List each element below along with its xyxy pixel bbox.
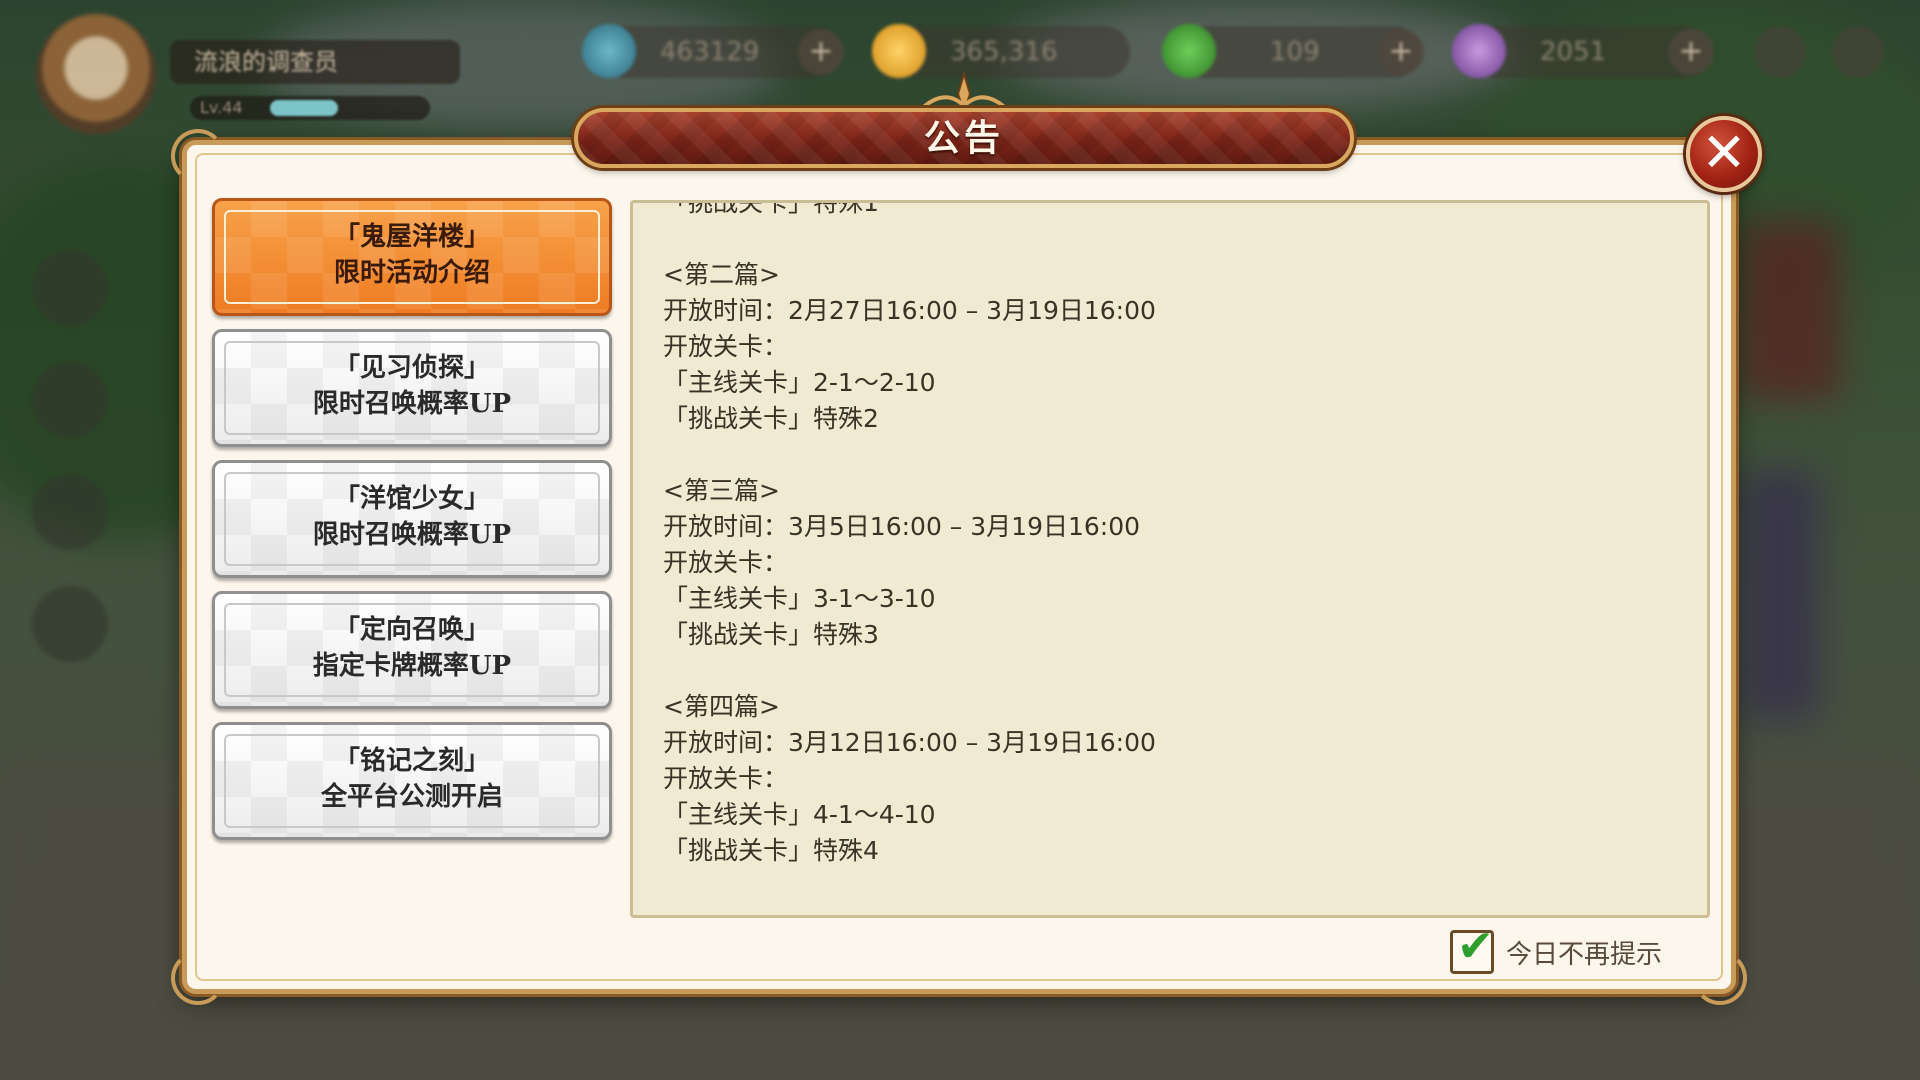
announcement-line: 「挑战关卡」特殊3 xyxy=(663,620,879,649)
tab-subtitle: 指定卡牌概率UP xyxy=(312,651,512,681)
settings-gear-icon[interactable] xyxy=(1832,26,1884,78)
player-name: 流浪的调查员 xyxy=(170,40,460,84)
resource-value: 463129 xyxy=(660,37,760,67)
title-banner: 公告 xyxy=(574,108,1354,168)
dont-show-today-toggle[interactable]: ✔ 今日不再提示 xyxy=(1450,925,1663,978)
corner-ornament xyxy=(171,951,225,1005)
player-avatar[interactable] xyxy=(36,14,156,134)
announcement-line: <第四篇> xyxy=(663,692,780,721)
announcement-line: 开放关卡： xyxy=(663,764,789,793)
announcement-line: 「挑战关卡」特殊4 xyxy=(663,836,879,865)
player-level: Lv.44 xyxy=(200,98,243,117)
tab-label: 「铭记之刻」 全平台公测开启 xyxy=(215,743,609,815)
close-button[interactable]: ✕ xyxy=(1686,116,1762,192)
close-icon: ✕ xyxy=(1701,121,1747,184)
announcement-line: 「主线关卡」4-1～4-10 xyxy=(663,800,936,829)
announcement-line: <第三篇> xyxy=(663,476,780,505)
resource-crystal: 463129 + xyxy=(582,24,844,78)
shop-icon[interactable] xyxy=(32,586,108,662)
announcement-line: 开放时间：3月12日16:00 – 3月19日16:00 xyxy=(663,728,1156,757)
dont-show-today-checkbox[interactable]: ✔ xyxy=(1450,925,1494,974)
tab-subtitle: 限时召唤概率UP xyxy=(312,520,512,550)
dialog-title: 公告 xyxy=(923,117,1004,159)
friends-icon[interactable] xyxy=(32,474,108,550)
exp-bar: Lv.44 xyxy=(190,96,430,120)
announcement-line: 开放时间：2月27日16:00 – 3月19日16:00 xyxy=(663,296,1156,325)
announcement-text: 「挑战关卡」特殊1 <第二篇> 开放时间：2月27日16:00 – 3月19日16:… xyxy=(663,200,1687,869)
tab-title: 「洋馆少女」 xyxy=(333,484,490,514)
tab-subtitle: 限时召唤概率UP xyxy=(312,389,512,419)
tab-ghost-mansion[interactable]: 「鬼屋洋楼」 限时活动介绍 xyxy=(212,198,612,316)
tab-directed-summon[interactable]: 「定向召唤」 指定卡牌概率UP xyxy=(212,591,612,709)
checkmark-icon: ✔ xyxy=(1457,921,1494,972)
tab-title: 「铭记之刻」 xyxy=(333,746,490,776)
announcement-line: 「主线关卡」2-1～2-10 xyxy=(663,368,936,397)
announcement-content[interactable]: 「挑战关卡」特殊1 <第二篇> 开放时间：2月27日16:00 – 3月19日16:… xyxy=(630,200,1710,918)
megaphone-icon[interactable] xyxy=(32,362,108,438)
announcement-tabs: 「鬼屋洋楼」 限时活动介绍 「见习侦探」 限时召唤概率UP 「洋馆少女」 限时召… xyxy=(212,198,612,853)
resource-value: 2051 xyxy=(1540,37,1607,67)
tab-inscribed-moment[interactable]: 「铭记之刻」 全平台公测开启 xyxy=(212,722,612,840)
resource-feather: 2051 + xyxy=(1452,24,1714,78)
add-crystal-button[interactable]: + xyxy=(798,29,844,75)
tab-label: 「见习侦探」 限时召唤概率UP xyxy=(215,350,609,422)
tab-title: 「见习侦探」 xyxy=(333,353,490,383)
add-feather-button[interactable]: + xyxy=(1668,29,1714,75)
resource-gold: 365,316 xyxy=(872,24,1130,78)
green-gem-icon xyxy=(1162,24,1216,78)
announcement-line: 开放关卡： xyxy=(663,548,789,577)
corner-ornament xyxy=(1693,951,1747,1005)
announcement-line: 「主线关卡」3-1～3-10 xyxy=(663,584,936,613)
camera-icon[interactable] xyxy=(1754,26,1806,78)
dont-show-today-label: 今日不再提示 xyxy=(1506,939,1663,970)
announcement-line: <第二篇> xyxy=(663,260,780,289)
add-green-gem-button[interactable]: + xyxy=(1378,29,1424,75)
purple-feather-icon xyxy=(1452,24,1506,78)
resource-value: 109 xyxy=(1270,37,1320,67)
resource-value: 365,316 xyxy=(950,37,1058,67)
gold-coin-icon xyxy=(872,24,926,78)
tab-label: 「定向召唤」 指定卡牌概率UP xyxy=(215,612,609,684)
exp-bar-fill xyxy=(270,100,338,116)
crystal-icon xyxy=(582,24,636,78)
tab-label: 「洋馆少女」 限时召唤概率UP xyxy=(215,481,609,553)
tab-subtitle: 全平台公测开启 xyxy=(320,782,503,812)
announcement-line: 开放时间：3月5日16:00 – 3月19日16:00 xyxy=(663,512,1141,541)
tab-title: 「鬼屋洋楼」 xyxy=(333,222,490,252)
announcement-line: 开放关卡： xyxy=(663,332,789,361)
tab-subtitle: 限时活动介绍 xyxy=(333,258,490,288)
tab-mansion-girl[interactable]: 「洋馆少女」 限时召唤概率UP xyxy=(212,460,612,578)
resource-green-gem: 109 + xyxy=(1162,24,1424,78)
tab-title: 「定向召唤」 xyxy=(333,615,490,645)
announcement-line: 「挑战关卡」特殊2 xyxy=(663,404,879,433)
mail-icon[interactable] xyxy=(32,250,108,326)
corner-ornament xyxy=(171,129,225,183)
tab-apprentice-detective[interactable]: 「见习侦探」 限时召唤概率UP xyxy=(212,329,612,447)
tab-label: 「鬼屋洋楼」 限时活动介绍 xyxy=(215,219,609,291)
announcement-line: 「挑战关卡」特殊1 xyxy=(663,200,879,217)
